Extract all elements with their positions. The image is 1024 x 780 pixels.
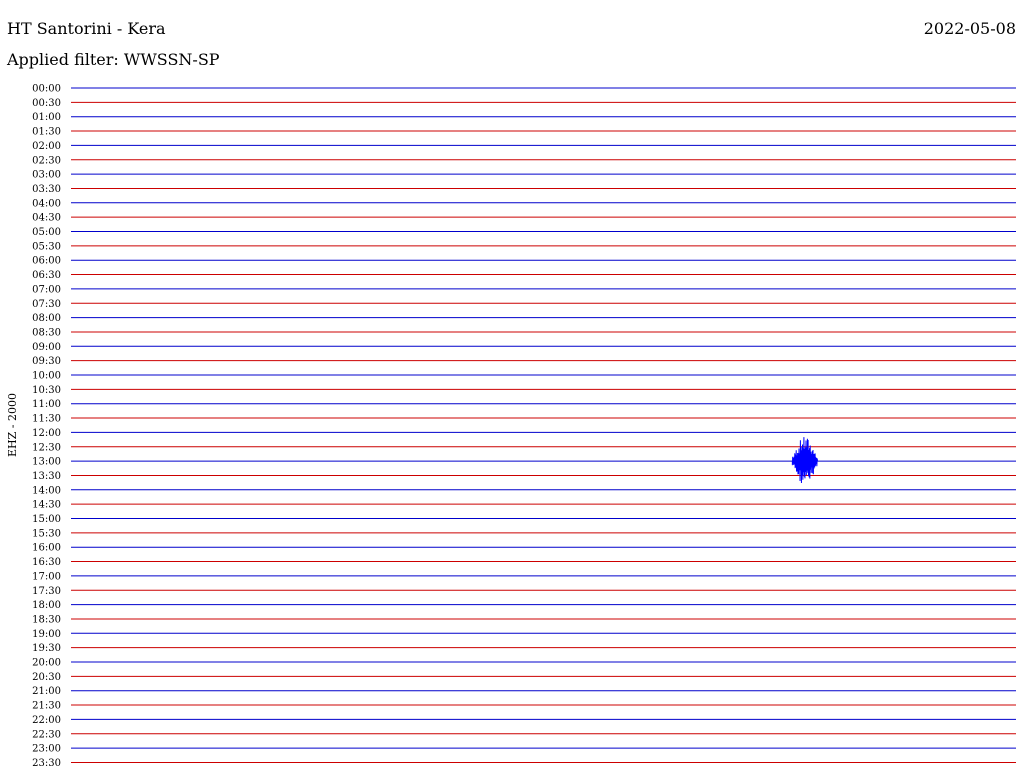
time-label: 10:30 (32, 385, 61, 396)
time-label: 00:00 (32, 84, 61, 95)
time-label: 19:00 (32, 629, 61, 640)
time-label: 07:00 (32, 284, 61, 295)
time-label: 21:30 (32, 701, 61, 712)
time-label: 15:30 (32, 528, 61, 539)
time-label: 19:30 (32, 643, 61, 654)
time-label: 11:00 (32, 399, 61, 410)
time-label: 20:00 (32, 658, 61, 669)
time-label: 16:00 (32, 543, 61, 554)
time-label: 14:00 (32, 485, 61, 496)
time-label: 13:30 (32, 471, 61, 482)
time-label: 14:30 (32, 500, 61, 511)
seismic-event-trace (791, 437, 819, 483)
time-label: 03:00 (32, 170, 61, 181)
time-label: 01:00 (32, 112, 61, 123)
time-label: 06:30 (32, 270, 61, 281)
time-label: 18:30 (32, 614, 61, 625)
time-label: 12:30 (32, 442, 61, 453)
time-label: 05:00 (32, 227, 61, 238)
time-label: 07:30 (32, 299, 61, 310)
time-label: 04:00 (32, 198, 61, 209)
time-label: 17:00 (32, 571, 61, 582)
time-label: 08:30 (32, 327, 61, 338)
time-label: 18:00 (32, 600, 61, 611)
time-label: 02:00 (32, 141, 61, 152)
time-label: 04:30 (32, 213, 61, 224)
time-label: 21:00 (32, 686, 61, 697)
time-label: 10:00 (32, 371, 61, 382)
time-label: 22:30 (32, 729, 61, 740)
time-label: 09:30 (32, 356, 61, 367)
time-label: 01:30 (32, 127, 61, 138)
time-label: 15:00 (32, 514, 61, 525)
time-label: 12:00 (32, 428, 61, 439)
time-label: 16:30 (32, 557, 61, 568)
time-label: 05:30 (32, 241, 61, 252)
time-label: 08:00 (32, 313, 61, 324)
time-label: 02:30 (32, 155, 61, 166)
time-label: 06:00 (32, 256, 61, 267)
helicorder-plot: 00:00 00:30 01:00 01:30 02:00 02:30 03:00 03:30… (32, 84, 1016, 769)
time-label: 03:30 (32, 184, 61, 195)
time-label: 23:30 (32, 758, 61, 769)
time-label: 09:00 (32, 342, 61, 353)
time-label: 00:30 (32, 98, 61, 109)
time-label: 22:00 (32, 715, 61, 726)
time-label: 13:00 (32, 457, 61, 468)
time-label: 17:30 (32, 586, 61, 597)
helicorder-page: HT Santorini - Kera 2022-05-08 Applied f… (0, 0, 1024, 780)
time-label: 11:30 (32, 414, 61, 425)
time-label: 20:30 (32, 672, 61, 683)
time-label: 23:00 (32, 744, 61, 755)
